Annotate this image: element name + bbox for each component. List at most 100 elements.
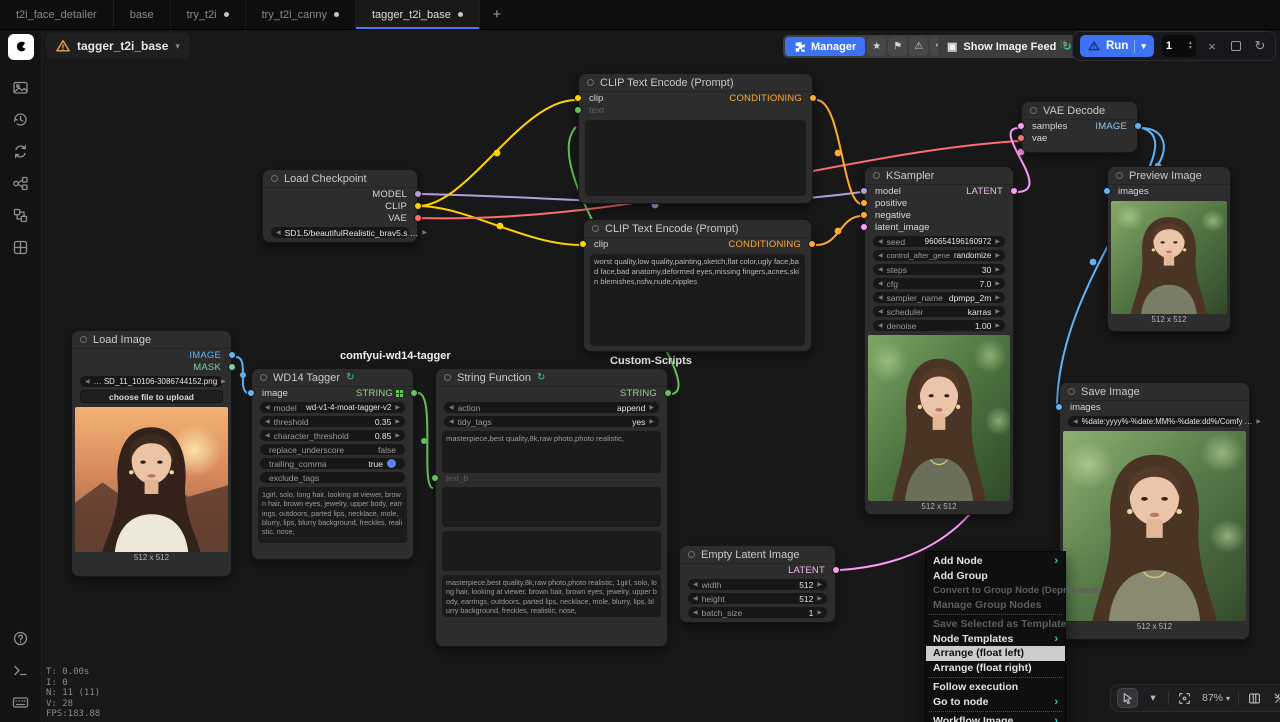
zoom-level-button[interactable]: 87%▾: [1199, 688, 1233, 708]
text-b-input-port[interactable]: [431, 474, 439, 482]
collapse-dot[interactable]: [1116, 172, 1123, 179]
collapse-dot[interactable]: [873, 172, 880, 179]
node-ksampler[interactable]: KSampler model LATENT positive negative …: [864, 166, 1014, 515]
node-library-icon[interactable]: [11, 174, 30, 193]
node-save-image[interactable]: Save Image images %date:yyyy%-%date:MM%-…: [1059, 382, 1250, 640]
negative-input-port[interactable]: [860, 211, 868, 219]
fit-view-button[interactable]: [1174, 688, 1194, 708]
node-load-checkpoint[interactable]: Load Checkpoint MODEL CLIP VAE SD1.5/bea…: [262, 169, 418, 243]
templates-icon[interactable]: [11, 238, 30, 257]
image-output-port[interactable]: [1134, 122, 1142, 130]
collapse-dot[interactable]: [688, 551, 695, 558]
workflows-icon[interactable]: [11, 78, 30, 97]
clip-input-port[interactable]: [579, 240, 587, 248]
keybindings-icon[interactable]: [11, 693, 30, 712]
flag-icon[interactable]: ⚑: [888, 37, 907, 56]
new-tab-button[interactable]: +: [480, 0, 514, 29]
collapse-dot[interactable]: [1030, 107, 1037, 114]
model-input-port[interactable]: [860, 187, 868, 195]
menu-item-manage-group-nodes[interactable]: Manage Group Nodes: [926, 598, 1065, 613]
text-c-textarea[interactable]: [442, 531, 661, 571]
menu-item-node-templates[interactable]: Node Templates›: [926, 632, 1065, 647]
text-a-textarea[interactable]: masterpiece,best quality,8k,raw photo,ph…: [442, 431, 661, 473]
widget-cfg[interactable]: cfg7.0: [873, 278, 1005, 289]
widget-denoise[interactable]: denoise1.00: [873, 320, 1005, 331]
menu-item-arrange-float-right[interactable]: Arrange (float right): [926, 661, 1065, 676]
menu-item-add-node[interactable]: Add Node›: [926, 554, 1065, 569]
tab-base[interactable]: base: [114, 0, 171, 29]
image-name-widget[interactable]: … SD_11_10106-3086744152.png: [80, 376, 223, 387]
widget-character-threshold[interactable]: character_threshold0.85: [260, 430, 405, 441]
menu-item-follow-execution[interactable]: Follow execution: [926, 680, 1065, 695]
model-output-port[interactable]: [414, 190, 422, 198]
tab-t2i-face-detailer[interactable]: t2i_face_detailer: [0, 0, 114, 29]
collapse-dot[interactable]: [260, 374, 267, 381]
node-string-function[interactable]: String Function↻ STRING actionappend tid…: [435, 368, 668, 647]
clear-queue-button[interactable]: [1228, 39, 1244, 54]
latent-output-port[interactable]: [832, 566, 840, 574]
widget-width[interactable]: width512: [688, 579, 827, 590]
run-options-chevron[interactable]: ▾: [1141, 41, 1146, 52]
widget-control-after-generate[interactable]: control_after_generaterandomize: [873, 250, 1005, 261]
text-b-textarea[interactable]: [442, 487, 661, 527]
manager-button[interactable]: Manager: [785, 37, 865, 56]
batch-count-input[interactable]: 1 ▴▾: [1162, 35, 1196, 57]
collapse-dot[interactable]: [80, 336, 87, 343]
image-output-port[interactable]: [228, 351, 236, 359]
widget-threshold[interactable]: threshold0.35: [260, 416, 405, 427]
menu-item-arrange-float-left[interactable]: Arrange (float left): [926, 646, 1065, 661]
widget-scheduler[interactable]: schedulerkarras: [873, 306, 1005, 317]
node-load-image[interactable]: Load Image IMAGE MASK … SD_11_10106-3086…: [71, 330, 232, 577]
collapse-dot[interactable]: [587, 79, 594, 86]
vae-output-port[interactable]: [414, 214, 422, 222]
node-vae-decode[interactable]: VAE Decode samples IMAGE vae: [1021, 101, 1138, 153]
collapse-dot[interactable]: [1068, 388, 1075, 395]
model-library-icon[interactable]: [11, 206, 30, 225]
widget-height[interactable]: height512: [688, 593, 827, 604]
queue-history-button[interactable]: ↻: [1252, 38, 1268, 54]
toggle-links-button[interactable]: [1269, 688, 1280, 708]
widget-action[interactable]: actionappend: [444, 402, 659, 413]
workflow-menu-button[interactable]: tagger_t2i_base ▾: [46, 33, 190, 59]
string-output-port[interactable]: [664, 389, 672, 397]
node-wd14-tagger[interactable]: WD14 Tagger↻ image STRING modelwd-v1-4-m…: [251, 368, 414, 560]
ckpt-name-widget[interactable]: SD1.5/beautifulRealistic_brav5.s …: [271, 227, 409, 238]
string-output-port[interactable]: [410, 389, 418, 397]
clip-input-port[interactable]: [574, 94, 582, 102]
prompt-textarea[interactable]: [585, 120, 806, 196]
latent-output-port[interactable]: [1010, 187, 1018, 195]
mask-output-port[interactable]: [228, 363, 236, 371]
choose-file-button[interactable]: choose file to upload: [80, 390, 223, 403]
menu-item-add-group[interactable]: Add Group: [926, 569, 1065, 584]
node-clip-text-encode-positive[interactable]: CLIP Text Encode (Prompt) clip CONDITION…: [578, 73, 813, 204]
count-stepper[interactable]: ▴▾: [1189, 41, 1192, 51]
terminal-icon[interactable]: [11, 661, 30, 680]
comfyui-logo[interactable]: [8, 34, 34, 60]
tab-tagger-t2i-base[interactable]: tagger_t2i_base: [356, 0, 480, 29]
conditioning-output-port[interactable]: [809, 94, 817, 102]
run-button[interactable]: Run ▾: [1080, 35, 1154, 57]
tab-try-t2i-canny[interactable]: try_t2i_canny: [246, 0, 356, 29]
star-icon[interactable]: ★: [867, 37, 886, 56]
widget-steps[interactable]: steps30: [873, 264, 1005, 275]
refresh-icon[interactable]: [11, 142, 30, 161]
toolbar-drag-handle[interactable]: ⠿: [1059, 39, 1067, 52]
widget-batch-size[interactable]: batch_size1: [688, 607, 827, 618]
negative-prompt-textarea[interactable]: worst quality,low quality,painting,sketc…: [590, 254, 805, 346]
widget-replace-underscore[interactable]: replace_underscorefalse: [260, 444, 405, 455]
images-input-port[interactable]: [1055, 403, 1063, 411]
history-icon[interactable]: [11, 110, 30, 129]
menu-item-save-selected-template[interactable]: Save Selected as Template: [926, 617, 1065, 632]
tool-dropdown-chevron[interactable]: ▾: [1143, 688, 1163, 708]
widget-sampler-name[interactable]: sampler_namedpmpp_2m: [873, 292, 1005, 303]
images-input-port[interactable]: [1103, 187, 1111, 195]
collapse-dot[interactable]: [271, 175, 278, 182]
help-icon[interactable]: [11, 629, 30, 648]
widget-exclude-tags[interactable]: exclude_tags: [260, 472, 405, 483]
widget-seed[interactable]: seed960654196160972: [873, 236, 1005, 247]
menu-item-go-to-node[interactable]: Go to node›: [926, 695, 1065, 710]
panel-toggle-button[interactable]: [1244, 688, 1264, 708]
toggle-on[interactable]: [387, 459, 396, 468]
widget-trailing-comma[interactable]: trailing_commatrue: [260, 458, 405, 469]
node-empty-latent-image[interactable]: Empty Latent Image LATENT width512 heigh…: [679, 545, 836, 623]
